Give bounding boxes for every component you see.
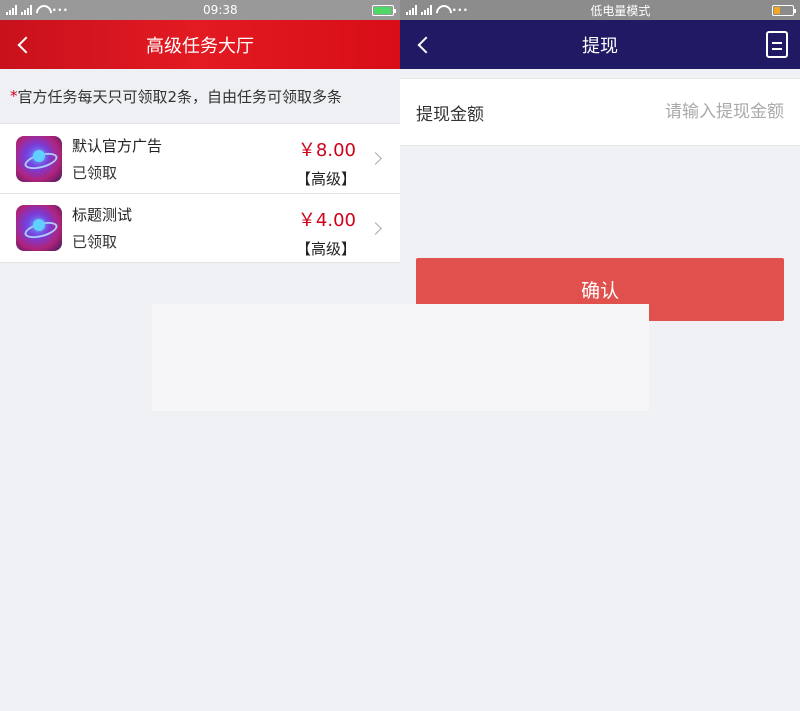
task-reward: ￥8.00 【高级】 [296,136,356,189]
task-notice: * 官方任务每天只可领取2条，自由任务可领取多条 [0,69,400,123]
notice-star: * [10,87,18,105]
task-app-icon [16,135,62,182]
back-chevron-icon[interactable] [416,34,434,56]
signal-icon [21,5,32,15]
page-title: 高级任务大厅 [146,35,254,57]
nav-bar: 提现 [400,20,800,69]
status-mode: 低电量模式 [590,3,651,18]
task-item[interactable]: 标题测试 已领取 ￥4.00 【高级】 [0,193,400,263]
status-bar: ··· 低电量模式 [400,0,800,20]
status-time: 09:38 [203,3,238,17]
task-price: ￥8.00 [297,140,356,161]
chevron-right-icon [369,152,382,165]
task-level: 【高级】 [295,170,356,188]
signal-icon [421,5,432,15]
nav-bar: 高级任务大厅 [0,20,400,69]
withdraw-amount-row: 提现金额 [400,78,800,146]
task-list: 默认官方广告 已领取 ￥8.00 【高级】 标题测试 已领取 ￥4.00 【高级… [0,123,400,263]
status-bar-left: ··· [6,3,69,17]
back-chevron-icon[interactable] [16,34,34,56]
task-price: ￥4.00 [297,210,356,231]
task-title: 标题测试 [72,206,133,224]
task-text: 默认官方广告 已领取 [72,135,162,183]
task-status: 已领取 [72,233,118,251]
wifi-icon [436,5,448,15]
task-level: 【高级】 [295,240,356,258]
status-dots: ··· [52,3,69,17]
task-reward: ￥4.00 【高级】 [296,206,356,259]
amount-label: 提现金额 [416,104,484,125]
overlay-placeholder [152,304,649,411]
page-title: 提现 [582,35,618,57]
status-bar: ··· 09:38 [0,0,400,20]
wifi-icon [36,5,48,15]
signal-icon [406,5,417,15]
battery-icon [771,4,796,16]
task-status: 已领取 [72,163,118,182]
chevron-right-icon [369,222,382,235]
status-bar-left: ··· [406,3,469,17]
signal-icon [6,5,17,15]
notice-text: 官方任务每天只可领取2条，自由任务可领取多条 [17,87,343,106]
amount-input[interactable] [584,102,784,122]
task-text: 标题测试 已领取 [72,204,132,252]
battery-icon [372,4,396,16]
task-item[interactable]: 默认官方广告 已领取 ￥8.00 【高级】 [0,123,400,193]
document-icon[interactable] [766,31,788,58]
status-dots: ··· [452,3,469,17]
task-title: 默认官方广告 [72,136,163,155]
task-app-icon [16,205,62,251]
